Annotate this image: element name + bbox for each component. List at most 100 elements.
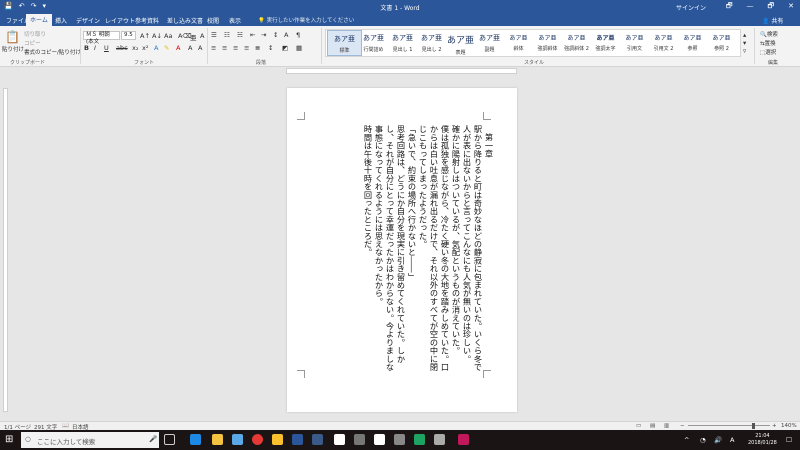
line-spacing-icon[interactable]: ↕	[268, 44, 273, 52]
increase-indent-icon[interactable]: ⇥	[261, 31, 266, 39]
app-icon[interactable]	[272, 434, 283, 445]
copy-button[interactable]: コピー	[24, 39, 41, 47]
tab-review[interactable]: 校閲	[203, 15, 223, 26]
web-layout-icon[interactable]: ▥	[664, 423, 669, 429]
app-icon[interactable]	[354, 434, 365, 445]
change-case-icon[interactable]: Aa	[164, 32, 172, 40]
document-page[interactable]: 第一章 駅から降りると町は奇妙なほどの静寂に包まれていた。いくら冬で人が表に出な…	[287, 88, 517, 412]
multilevel-list-icon[interactable]: ☵	[237, 31, 243, 39]
char-shading-icon[interactable]: A	[188, 44, 192, 52]
font-color-icon[interactable]: A	[176, 44, 180, 52]
app-icon[interactable]	[434, 434, 445, 445]
style-intense-reference[interactable]: あア亜 参照 2	[704, 30, 739, 56]
text-effects-icon[interactable]: A	[154, 44, 158, 52]
paste-button-label[interactable]: 貼り付け	[2, 45, 24, 53]
zoom-slider-thumb[interactable]	[752, 423, 755, 429]
app-icon[interactable]	[458, 434, 469, 445]
proofing-icon[interactable]: 📖	[62, 423, 69, 429]
align-right-icon[interactable]: ≡	[233, 44, 238, 52]
store-icon[interactable]	[232, 434, 243, 445]
subscript-icon[interactable]: x₂	[132, 44, 138, 52]
select-button[interactable]: ⬚選択	[760, 48, 776, 56]
shading-icon[interactable]: ◩	[282, 44, 288, 52]
borders-icon[interactable]: ▦	[296, 44, 302, 52]
ribbon-display-options-icon[interactable]: 🗗	[726, 2, 733, 13]
align-center-icon[interactable]: ≡	[222, 44, 227, 52]
taskbar-search[interactable]: ○ ここに入力して検索 🎤	[21, 432, 159, 448]
read-mode-icon[interactable]: ▭	[636, 423, 641, 429]
windows-start-icon[interactable]: ⊞	[5, 434, 13, 445]
app-icon[interactable]	[414, 434, 425, 445]
calculator-icon[interactable]	[394, 434, 405, 445]
tab-references[interactable]: 参考資料	[131, 15, 163, 26]
ime-icon[interactable]: A	[730, 436, 734, 444]
zoom-out-icon[interactable]: −	[680, 423, 685, 429]
justify-icon[interactable]: ≡	[244, 44, 249, 52]
numbering-icon[interactable]: ☷	[224, 31, 230, 39]
app-icon[interactable]	[374, 434, 385, 445]
edge-icon[interactable]	[190, 434, 201, 445]
close-icon[interactable]: ✕	[788, 2, 794, 13]
cut-button[interactable]: 切り取り	[24, 30, 46, 38]
show-marks-icon[interactable]: ¶	[296, 31, 300, 39]
clock[interactable]: 21:04 2018/01/28	[748, 433, 777, 447]
styles-scroll-up-icon[interactable]: ▴	[743, 31, 746, 39]
align-left-icon[interactable]: ≡	[211, 44, 216, 52]
replace-button[interactable]: ⇆置換	[760, 39, 776, 47]
action-center-icon[interactable]: ☐	[786, 436, 792, 444]
font-name-select[interactable]: ＭＳ 明朝 (本文	[83, 31, 120, 45]
chinese-layout-icon[interactable]: A	[284, 31, 288, 39]
bullets-icon[interactable]: ☰	[211, 31, 217, 39]
tell-me-box[interactable]: 💡 実行したい作業を入力してください	[258, 16, 354, 24]
font-size-select[interactable]: 9.5	[121, 31, 136, 40]
enclose-char-icon[interactable]: A	[200, 32, 204, 40]
zoom-slider[interactable]	[688, 425, 770, 426]
task-view-icon[interactable]	[164, 434, 175, 445]
char-border-icon[interactable]: A	[198, 44, 202, 52]
decrease-indent-icon[interactable]: ⇤	[250, 31, 255, 39]
divider	[754, 28, 755, 64]
phonetic-guide-icon[interactable]: 亜	[190, 32, 197, 42]
app-icon[interactable]	[312, 434, 323, 445]
paste-icon[interactable]: 📋	[5, 30, 20, 44]
zoom-in-icon[interactable]: +	[772, 423, 777, 429]
minimize-icon[interactable]: —	[747, 2, 754, 13]
document-body[interactable]: 第一章 駅から降りると町は奇妙なほどの静寂に包まれていた。いくら冬で人が表に出な…	[317, 125, 494, 371]
strikethrough-icon[interactable]: abc	[116, 44, 128, 52]
tab-insert[interactable]: 挿入	[51, 15, 71, 26]
vertical-ruler[interactable]	[3, 88, 8, 412]
clock-time: 21:04	[755, 433, 770, 439]
tray-chevron-icon[interactable]: ^	[684, 436, 689, 444]
bold-icon[interactable]: B	[84, 44, 89, 52]
tab-home[interactable]: ホーム	[26, 14, 52, 26]
shrink-font-icon[interactable]: A↓	[152, 32, 162, 40]
mail-icon[interactable]	[334, 434, 345, 445]
restore-icon[interactable]: 🗗	[768, 2, 775, 13]
share-button[interactable]: 👤 共有	[762, 16, 783, 25]
print-layout-icon[interactable]: ▤	[650, 423, 655, 429]
superscript-icon[interactable]: x²	[142, 44, 148, 52]
horizontal-ruler[interactable]	[0, 67, 800, 75]
zoom-level[interactable]: 140%	[781, 423, 797, 429]
volume-icon[interactable]: 🔊	[714, 436, 722, 444]
network-icon[interactable]: ◔	[700, 436, 706, 444]
signin-link[interactable]: サインイン	[676, 3, 706, 12]
italic-icon[interactable]: I	[94, 44, 96, 52]
styles-more-icon[interactable]: ▿	[743, 47, 746, 55]
highlight-icon[interactable]: ✎	[164, 44, 169, 52]
grow-font-icon[interactable]: A↑	[140, 32, 150, 40]
sort-icon[interactable]: ↕	[273, 31, 278, 39]
underline-icon[interactable]: U	[104, 44, 109, 52]
file-explorer-icon[interactable]	[212, 434, 223, 445]
search-icon: 🔍	[760, 32, 767, 38]
styles-scroll-down-icon[interactable]: ▾	[743, 39, 746, 47]
tab-view[interactable]: 表示	[225, 15, 245, 26]
distributed-icon[interactable]: ≣	[255, 44, 260, 52]
chrome-icon[interactable]	[252, 434, 263, 445]
microphone-icon[interactable]: 🎤	[149, 435, 157, 443]
find-button[interactable]: 🔍検索	[760, 30, 778, 38]
format-painter-button[interactable]: 書式のコピー/貼り付け	[24, 48, 81, 56]
tab-mailings[interactable]: 差し込み文書	[163, 15, 207, 26]
word-icon[interactable]	[292, 434, 303, 445]
tab-design[interactable]: デザイン	[72, 15, 104, 26]
